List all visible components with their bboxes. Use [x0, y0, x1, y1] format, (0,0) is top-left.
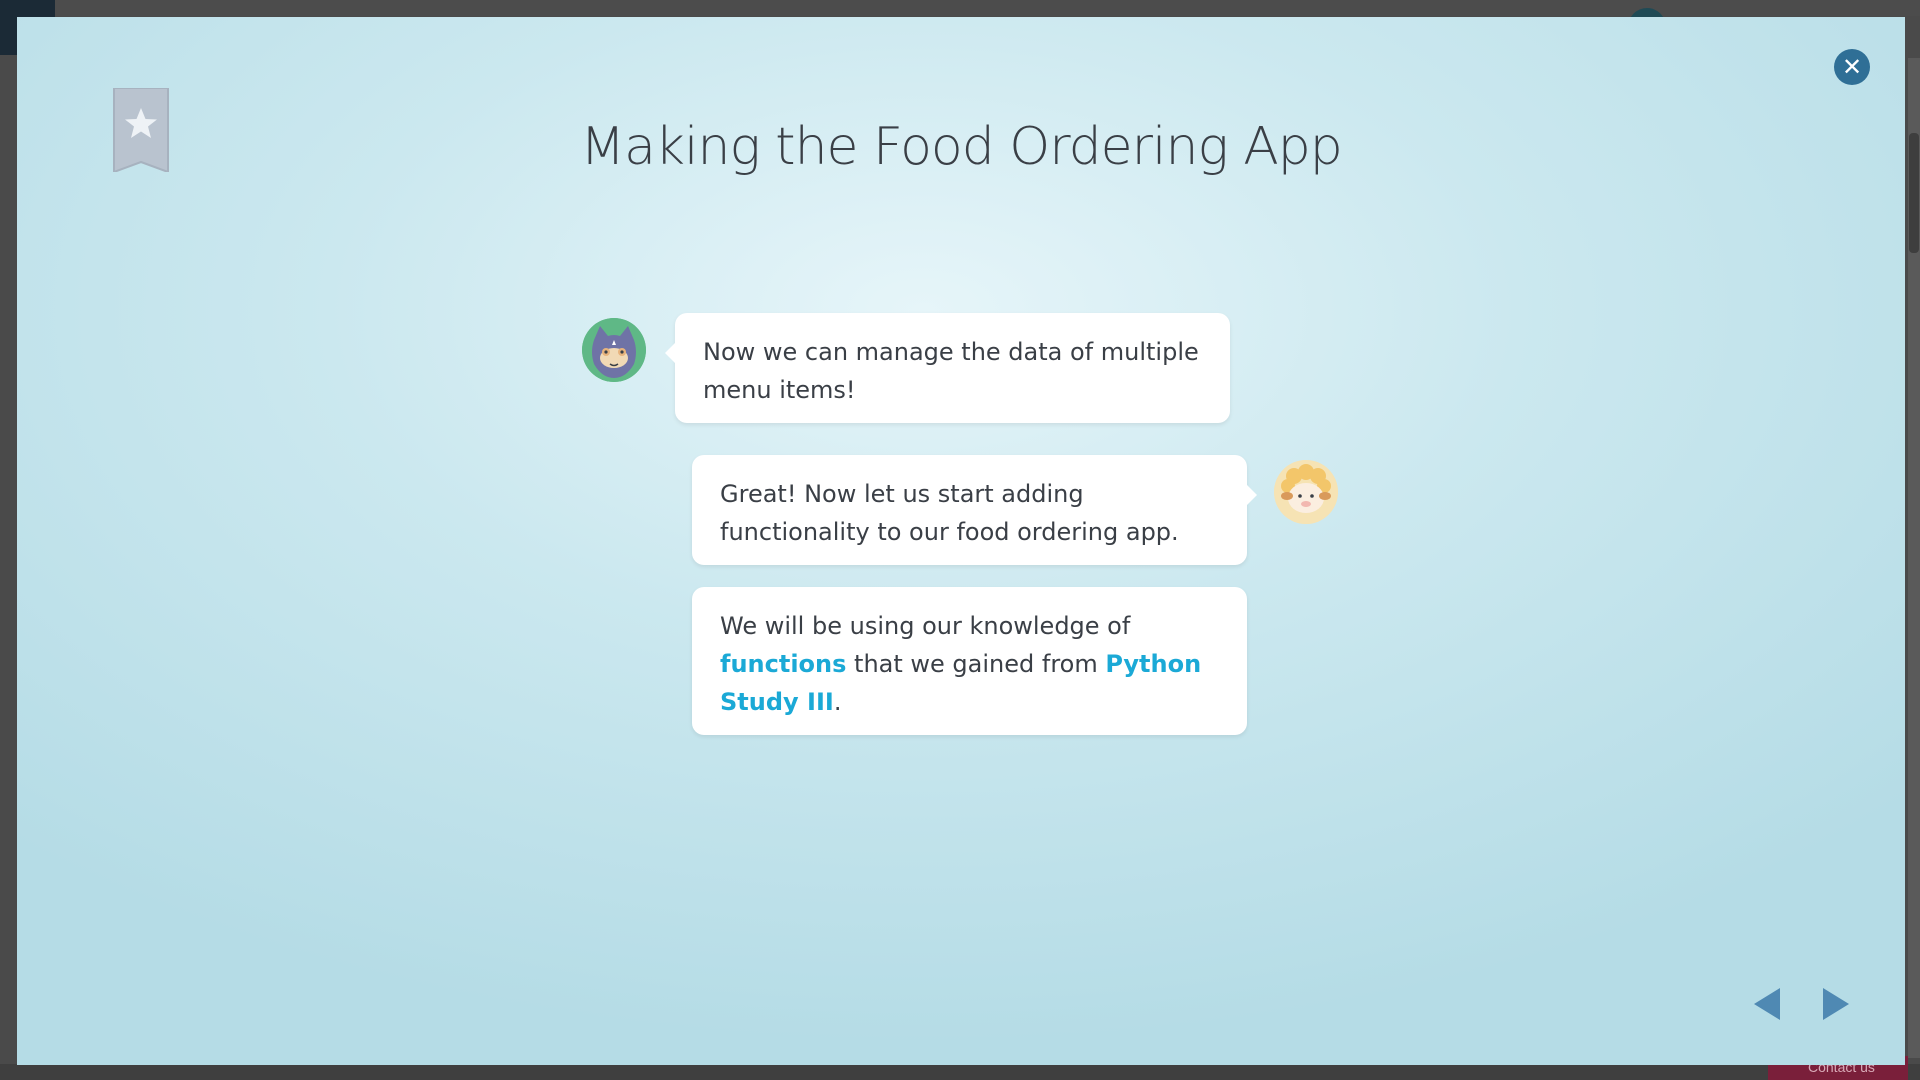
page-title: Making the Food Ordering App [580, 117, 1343, 177]
lesson-modal: ✕ Making the Food Ordering App Now we ca… [17, 17, 1905, 1065]
keyword-functions: functions [720, 650, 847, 678]
chat-bubble-sheep: Great! Now let us start adding functiona… [692, 455, 1257, 565]
cat-avatar [582, 318, 646, 382]
message-text-part: that we gained from [846, 650, 1106, 678]
background-scrollbar-thumb[interactable] [1909, 133, 1919, 253]
chat-bubble-sheep-followup: We will be using our knowledge of functi… [692, 587, 1247, 735]
message-text: Great! Now let us start adding functiona… [720, 480, 1179, 546]
background-bottom-bar [0, 1064, 1920, 1080]
close-icon[interactable]: ✕ [1834, 49, 1870, 85]
message-text: Now we can manage the data of multiple m… [703, 338, 1199, 404]
triangle-right-icon[interactable] [1823, 988, 1849, 1020]
message-text-part: We will be using our knowledge of [720, 612, 1131, 640]
message-text-part: . [833, 688, 842, 716]
sheep-avatar [1274, 460, 1338, 524]
chat-bubble-cat: Now we can manage the data of multiple m… [665, 313, 1230, 423]
background-scrollbar[interactable] [1908, 58, 1920, 1058]
triangle-left-icon[interactable] [1754, 988, 1780, 1020]
